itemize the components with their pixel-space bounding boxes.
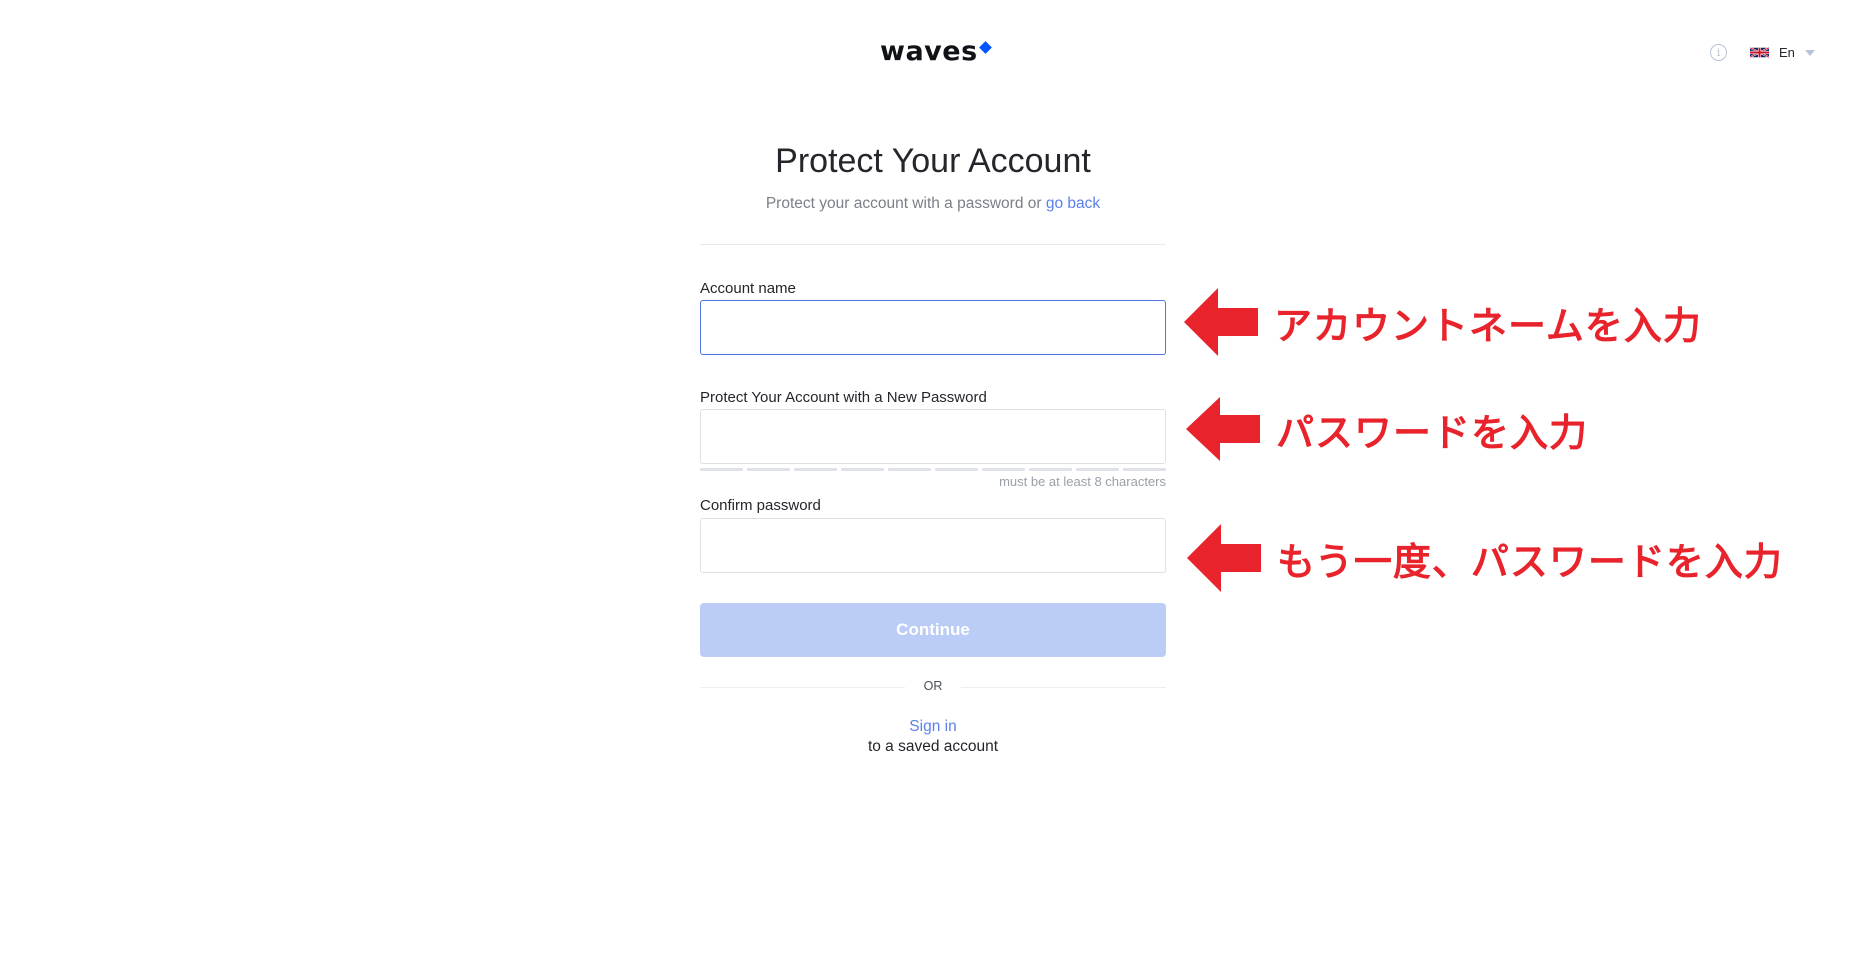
annotation-text: アカウントネームを入力	[1274, 303, 1702, 348]
annotation-text: もう一度、パスワードを入力	[1277, 539, 1783, 584]
strength-segment	[1076, 468, 1119, 471]
red-arrow-left-icon	[1187, 524, 1261, 592]
or-divider: OR	[700, 679, 1166, 695]
account-name-annotation: アカウントネームを入力	[1180, 282, 1702, 362]
strength-segment	[794, 468, 837, 471]
account-name-input[interactable]	[700, 300, 1166, 355]
info-icon[interactable]: i	[1710, 44, 1727, 61]
saved-account-text: to a saved account	[867, 738, 999, 755]
strength-segment	[888, 468, 931, 471]
page-subtitle: Protect your account with a password or …	[700, 194, 1166, 214]
uk-flag-icon	[1750, 46, 1769, 59]
red-arrow-left-icon	[1184, 288, 1258, 356]
protect-account-form: Protect Your Account Protect your accoun…	[700, 140, 1166, 755]
red-arrow-left-icon	[1186, 397, 1260, 461]
logo-diamond-icon	[978, 41, 992, 54]
confirm-password-annotation: もう一度、パスワードを入力	[1183, 518, 1783, 598]
strength-segment	[1029, 468, 1072, 471]
account-name-label: Account name	[700, 280, 796, 297]
page-title: Protect Your Account	[775, 142, 1091, 180]
logo-text: waves	[880, 36, 978, 67]
waves-logo: waves	[880, 36, 992, 68]
or-text: OR	[923, 679, 943, 693]
password-label: Protect Your Account with a New Password	[700, 389, 987, 406]
subtitle-text: Protect your account with a password or	[765, 195, 1046, 212]
strength-segment	[841, 468, 884, 471]
strength-segment	[935, 468, 978, 471]
sign-in-link[interactable]: Sign in	[700, 718, 1166, 736]
language-label: En	[1779, 45, 1795, 60]
go-back-link[interactable]: go back	[1046, 195, 1100, 212]
password-annotation: パスワードを入力	[1182, 393, 1588, 465]
language-selector[interactable]: En	[1750, 45, 1815, 60]
strength-segment	[700, 468, 743, 471]
password-input[interactable]	[700, 409, 1166, 464]
confirm-password-label: Confirm password	[700, 497, 821, 514]
strength-segment	[747, 468, 790, 471]
strength-segment	[982, 468, 1025, 471]
password-hint: must be at least 8 characters	[999, 474, 1166, 489]
or-line-right	[961, 687, 1166, 688]
header-divider	[700, 244, 1166, 245]
chevron-down-icon	[1804, 49, 1815, 56]
confirm-password-input[interactable]	[700, 518, 1166, 573]
continue-button[interactable]: Continue	[700, 603, 1166, 657]
annotation-text: パスワードを入力	[1276, 410, 1589, 455]
password-strength-meter	[700, 468, 1166, 471]
strength-segment	[1123, 468, 1166, 471]
